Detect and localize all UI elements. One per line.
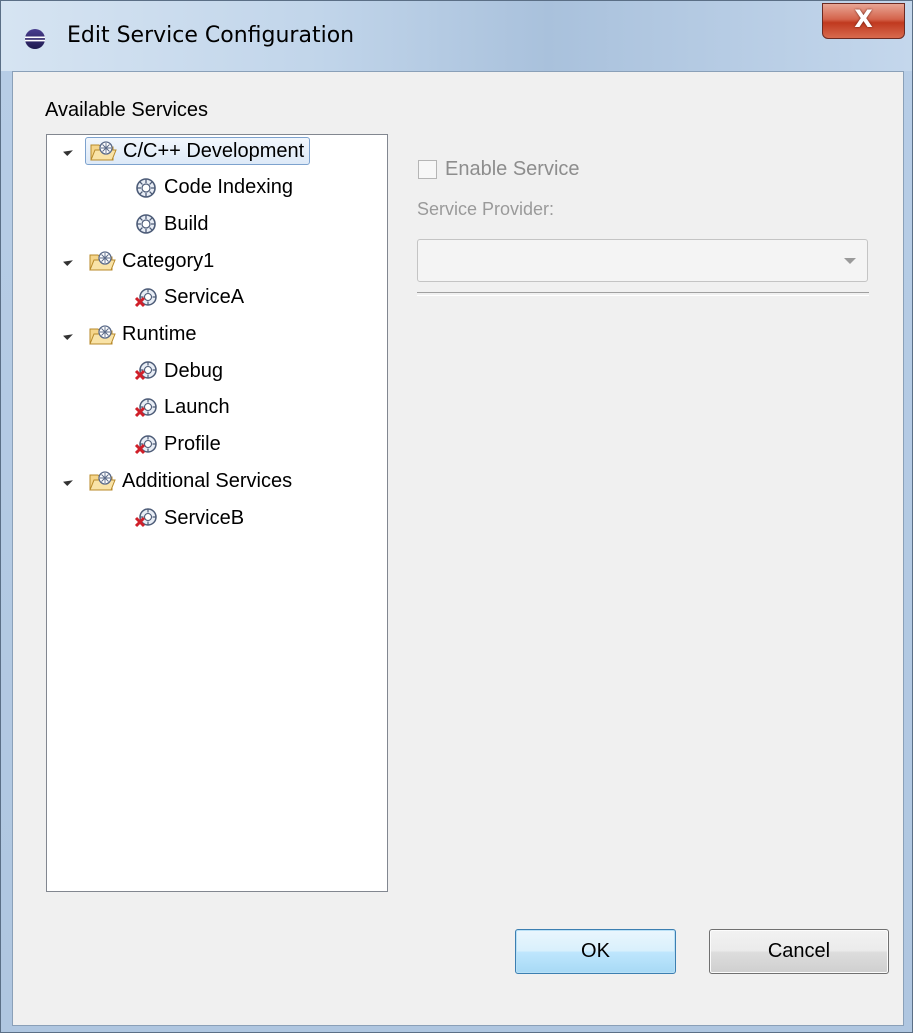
enable-service-checkbox[interactable] <box>418 160 437 179</box>
service-disabled-icon <box>134 286 158 310</box>
expand-toggle-icon[interactable] <box>63 476 73 487</box>
tree-group[interactable]: Additional Services <box>63 465 297 497</box>
chevron-down-icon <box>844 258 856 264</box>
tree-service-label: Profile <box>164 433 221 456</box>
enable-service-label: Enable Service <box>445 158 580 180</box>
tree-service-label: Launch <box>164 396 230 419</box>
tree-service-content[interactable]: Profile <box>131 432 226 458</box>
folder-services-icon <box>89 139 117 163</box>
tree-group[interactable]: Runtime <box>63 319 201 351</box>
tree-service-content[interactable]: Launch <box>131 395 235 421</box>
tree-service-label: ServiceB <box>164 506 245 529</box>
folder-services-icon <box>88 323 116 347</box>
available-services-heading: Available Services <box>45 99 209 121</box>
tree-service-content[interactable]: Build <box>131 211 213 237</box>
close-button[interactable]: X <box>822 3 905 39</box>
service-disabled-icon <box>134 433 158 457</box>
tree-group-content[interactable]: Additional Services <box>85 468 297 494</box>
service-provider-select[interactable] <box>417 239 868 282</box>
enable-service-row[interactable]: Enable Service <box>418 158 580 181</box>
dialog-window: Edit Service Configuration X Available S… <box>0 0 913 1033</box>
expand-toggle-icon[interactable] <box>63 256 73 267</box>
tree-group-label: Category1 <box>122 249 215 272</box>
tree-group[interactable]: Category1 <box>63 245 219 277</box>
window-title: Edit Service Configuration <box>67 23 355 48</box>
ok-button[interactable]: OK <box>515 929 676 974</box>
tree-group[interactable]: C/C++ Development <box>63 135 311 167</box>
service-disabled-icon <box>134 506 158 530</box>
tree-group-label: Runtime <box>122 323 197 345</box>
tree-group-content[interactable]: C/C++ Development <box>85 137 311 165</box>
service-disabled-icon <box>134 396 158 420</box>
tree-service-content[interactable]: Code Indexing <box>131 175 298 201</box>
separator <box>417 292 869 296</box>
expand-toggle-icon[interactable] <box>63 146 73 156</box>
tree-service-content[interactable]: ServiceA <box>131 285 249 311</box>
tree-service-label: Code Indexing <box>164 176 293 199</box>
tree-service-label: Build <box>164 212 209 235</box>
tree-service-content[interactable]: ServiceB <box>131 505 249 531</box>
tree-service-content[interactable]: Debug <box>131 358 228 384</box>
dialog-client-area: Available Services C/C++ Development Cod… <box>12 71 904 1026</box>
expand-toggle-icon[interactable] <box>63 329 73 340</box>
tree-service-item[interactable]: Build <box>131 208 213 240</box>
tree-service-item[interactable]: Profile <box>131 429 226 461</box>
tree-service-item[interactable]: ServiceA <box>131 282 249 314</box>
tree-service-label: Debug <box>164 359 223 382</box>
service-icon <box>134 212 158 236</box>
folder-services-icon <box>88 469 116 493</box>
tree-group-content[interactable]: Category1 <box>85 248 219 274</box>
tree-service-item[interactable]: Debug <box>131 355 228 387</box>
services-tree[interactable]: C/C++ Development Code Indexing Build Ca… <box>46 134 388 892</box>
tree-service-item[interactable]: ServiceB <box>131 502 249 534</box>
folder-services-icon <box>88 249 116 273</box>
service-disabled-icon <box>134 359 158 383</box>
service-provider-label: Service Provider: <box>417 199 555 219</box>
tree-service-label: ServiceA <box>164 286 245 309</box>
cancel-button[interactable]: Cancel <box>709 929 889 974</box>
eclipse-icon <box>25 29 45 49</box>
tree-service-item[interactable]: Launch <box>131 392 235 424</box>
service-icon <box>134 176 158 200</box>
tree-service-item[interactable]: Code Indexing <box>131 172 298 204</box>
tree-group-content[interactable]: Runtime <box>85 322 201 348</box>
tree-group-label: C/C++ Development <box>123 139 305 162</box>
tree-group-label: Additional Services <box>122 469 293 492</box>
close-icon: X <box>854 5 873 33</box>
title-bar[interactable]: Edit Service Configuration X <box>1 1 912 71</box>
